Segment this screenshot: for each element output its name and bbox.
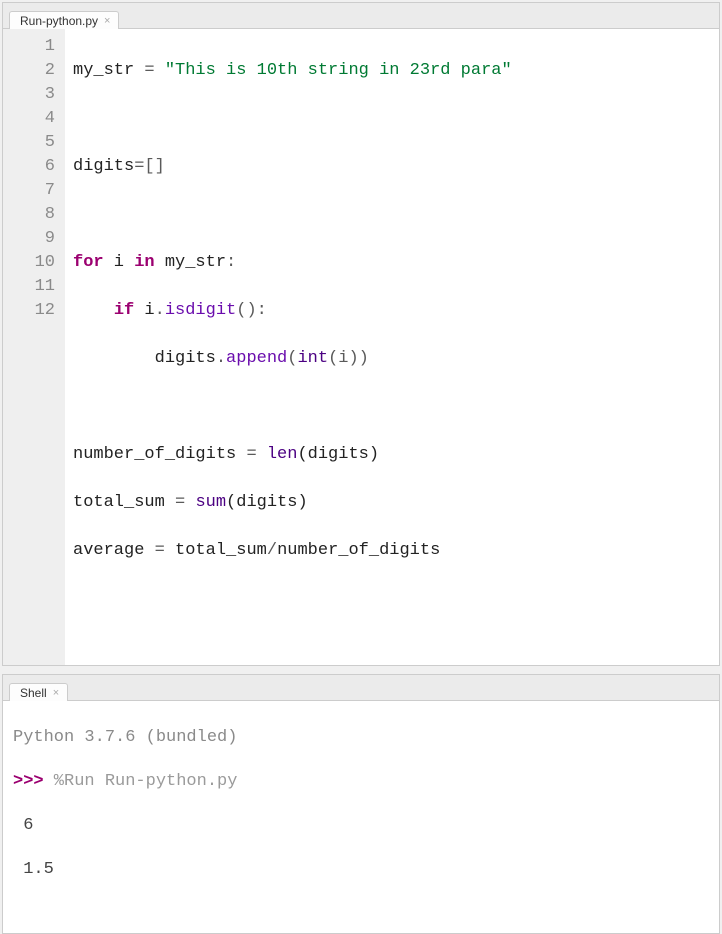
line-number: 7 [3,179,55,203]
shell-version-line: Python 3.7.6 (bundled) [13,727,709,749]
code-line: for i in my_str: [73,251,709,275]
editor-tab[interactable]: Run-python.py × [9,11,119,29]
line-number: 5 [3,131,55,155]
line-number: 9 [3,227,55,251]
code-line: digits=[] [73,155,709,179]
code-line [73,395,709,419]
code-line: total_sum = sum(digits) [73,491,709,515]
code-line: average = total_sum/number_of_digits [73,539,709,563]
code-line [73,107,709,131]
shell-output-line: 1.5 [13,859,709,881]
line-number: 4 [3,107,55,131]
code-line [73,203,709,227]
line-number: 3 [3,83,55,107]
shell-body[interactable]: Python 3.7.6 (bundled) >>> %Run Run-pyth… [3,701,719,933]
close-icon[interactable]: × [53,688,59,699]
code-area[interactable]: my_str = "This is 10th string in 23rd pa… [65,29,719,665]
shell-command-line: >>> %Run Run-python.py [13,771,709,793]
line-number: 8 [3,203,55,227]
shell-tab[interactable]: Shell × [9,683,68,701]
line-number: 1 [3,35,55,59]
shell-output-line: 6 [13,815,709,837]
code-line [73,587,709,611]
editor-panel: Run-python.py × 1 2 3 4 5 6 7 8 9 10 11 … [2,2,720,666]
shell-tab-label: Shell [20,686,47,700]
shell-tab-bar: Shell × [3,675,719,701]
shell-panel: Shell × Python 3.7.6 (bundled) >>> %Run … [2,674,720,934]
code-line: digits.append(int(i)) [73,347,709,371]
editor-tab-bar: Run-python.py × [3,3,719,29]
line-number: 11 [3,275,55,299]
code-line: number_of_digits = len(digits) [73,443,709,467]
line-number: 10 [3,251,55,275]
line-number: 2 [3,59,55,83]
line-number: 6 [3,155,55,179]
editor-tab-label: Run-python.py [20,14,98,28]
close-icon[interactable]: × [104,16,110,27]
editor-body: 1 2 3 4 5 6 7 8 9 10 11 12 my_str = "Thi… [3,29,719,665]
line-number-gutter: 1 2 3 4 5 6 7 8 9 10 11 12 [3,29,65,665]
code-line: my_str = "This is 10th string in 23rd pa… [73,59,709,83]
code-line: if i.isdigit(): [73,299,709,323]
line-number: 12 [3,299,55,323]
